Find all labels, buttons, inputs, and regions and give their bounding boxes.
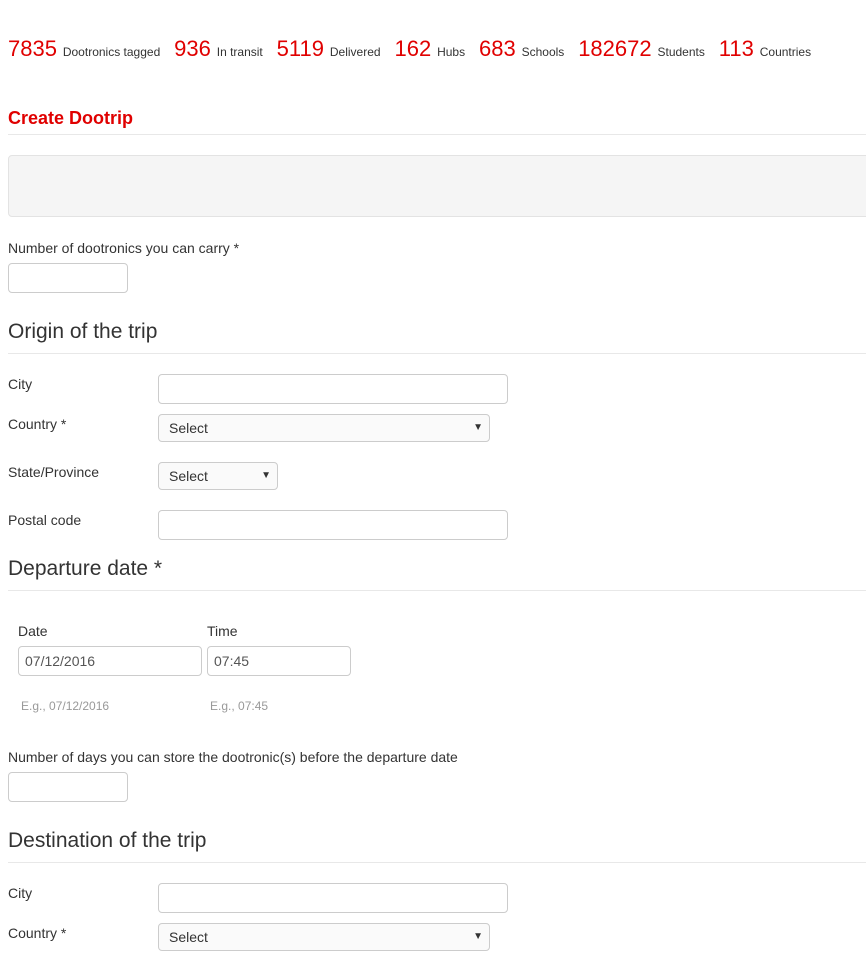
stat-countries: 113 Countries (719, 36, 811, 62)
caret-down-icon: ▼ (473, 422, 483, 433)
divider (8, 862, 866, 863)
select-value: Select (169, 468, 208, 484)
origin-state-select[interactable]: Select ▼ (158, 462, 278, 490)
origin-postal-input[interactable] (158, 510, 508, 540)
origin-country-select[interactable]: Select ▼ (158, 414, 490, 442)
destination-city-label: City (8, 885, 33, 901)
stat-value: 5119 (276, 36, 324, 61)
info-panel (8, 155, 866, 217)
stat-schools: 683 Schools (479, 36, 564, 62)
origin-city-input[interactable] (158, 374, 508, 404)
origin-section-title: Origin of the trip (8, 320, 158, 343)
stat-label: Hubs (437, 45, 466, 59)
divider (8, 134, 866, 135)
time-hint: E.g., 07:45 (210, 699, 269, 713)
origin-state-label: State/Province (8, 464, 100, 480)
stat-in-transit: 936 In transit (174, 36, 263, 62)
stat-label: Students (657, 45, 705, 59)
departure-date-label: Date (18, 623, 48, 639)
divider (8, 353, 866, 354)
page-title: Create Dootrip (8, 108, 134, 128)
departure-time-label: Time (207, 623, 238, 639)
divider (8, 590, 866, 591)
stats-bar: 7835 Dootronics tagged 936 In transit 51… (8, 36, 821, 62)
stat-value: 182672 (578, 36, 652, 61)
stat-label: Countries (759, 45, 812, 59)
origin-city-label: City (8, 376, 33, 392)
departure-time-input[interactable]: 07:45 (207, 646, 351, 676)
stat-delivered: 5119 Delivered (277, 36, 381, 62)
caret-down-icon: ▼ (473, 931, 483, 942)
stat-label: In transit (216, 45, 263, 59)
stat-label: Schools (521, 45, 565, 59)
departure-date-input[interactable]: 07/12/2016 (18, 646, 202, 676)
stat-dootronics-tagged: 7835 Dootronics tagged (8, 36, 160, 62)
destination-country-label: Country * (8, 925, 67, 941)
stat-value: 113 (718, 36, 754, 61)
stat-hubs: 162 Hubs (394, 36, 465, 62)
stat-value: 162 (394, 36, 432, 61)
store-days-label: Number of days you can store the dootron… (8, 749, 458, 765)
stat-label: Delivered (329, 45, 381, 59)
destination-city-input[interactable] (158, 883, 508, 913)
select-value: Select (169, 929, 208, 945)
stat-value: 683 (478, 36, 516, 61)
stat-label: Dootronics tagged (62, 45, 161, 59)
destination-country-select[interactable]: Select ▼ (158, 923, 490, 951)
store-days-input[interactable] (8, 772, 128, 802)
stat-value: 936 (174, 36, 211, 61)
carry-label: Number of dootronics you can carry * (8, 240, 240, 256)
origin-country-label: Country * (8, 416, 67, 432)
departure-section-title: Departure date * (8, 557, 163, 580)
stat-value: 7835 (8, 36, 57, 61)
select-value: Select (169, 420, 208, 436)
destination-section-title: Destination of the trip (8, 829, 207, 852)
date-hint: E.g., 07/12/2016 (21, 699, 110, 713)
stat-students: 182672 Students (578, 36, 705, 62)
carry-count-input[interactable] (8, 263, 128, 293)
origin-postal-label: Postal code (8, 512, 82, 528)
caret-down-icon: ▼ (261, 470, 271, 481)
